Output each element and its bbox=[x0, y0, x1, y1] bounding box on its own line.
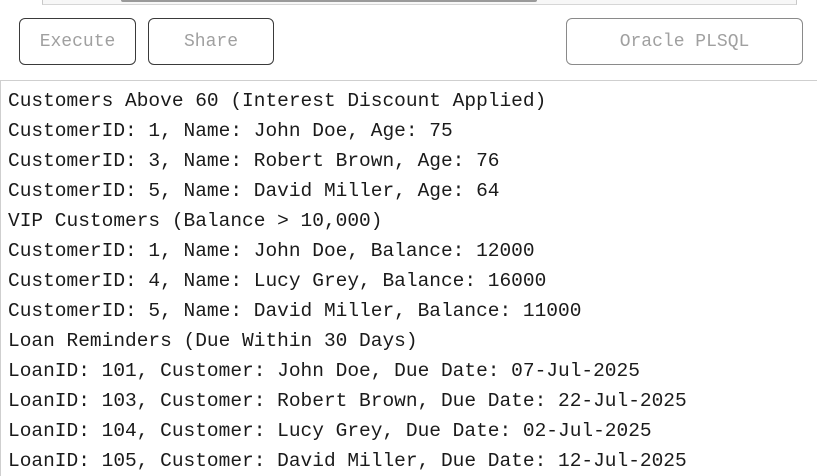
execute-button[interactable]: Execute bbox=[19, 18, 136, 65]
output-line: CustomerID: 4, Name: Lucy Grey, Balance:… bbox=[8, 270, 547, 292]
language-select[interactable]: Oracle PLSQL bbox=[566, 18, 803, 65]
toolbar: Execute Share Oracle PLSQL bbox=[0, 0, 817, 80]
output-line: CustomerID: 3, Name: Robert Brown, Age: … bbox=[8, 150, 500, 172]
output-line: LoanID: 104, Customer: Lucy Grey, Due Da… bbox=[8, 420, 652, 442]
output-line: CustomerID: 5, Name: David Miller, Age: … bbox=[8, 180, 500, 202]
sql-runner-page: Execute Share Oracle PLSQL Customers Abo… bbox=[0, 0, 817, 476]
output-line: LoanID: 105, Customer: David Miller, Due… bbox=[8, 450, 687, 472]
output-line: LoanID: 103, Customer: Robert Brown, Due… bbox=[8, 390, 687, 412]
output-line: CustomerID: 1, Name: John Doe, Balance: … bbox=[8, 240, 535, 262]
share-button[interactable]: Share bbox=[148, 18, 274, 65]
output-line: LoanID: 101, Customer: John Doe, Due Dat… bbox=[8, 360, 640, 382]
output-section-heading: VIP Customers (Balance > 10,000) bbox=[8, 210, 383, 232]
output-section-heading: Customers Above 60 (Interest Discount Ap… bbox=[8, 90, 547, 112]
output-panel: Customers Above 60 (Interest Discount Ap… bbox=[0, 80, 817, 476]
output-line: CustomerID: 5, Name: David Miller, Balan… bbox=[8, 300, 582, 322]
output-section-heading: Loan Reminders (Due Within 30 Days) bbox=[8, 330, 418, 352]
output-line: CustomerID: 1, Name: John Doe, Age: 75 bbox=[8, 120, 453, 142]
